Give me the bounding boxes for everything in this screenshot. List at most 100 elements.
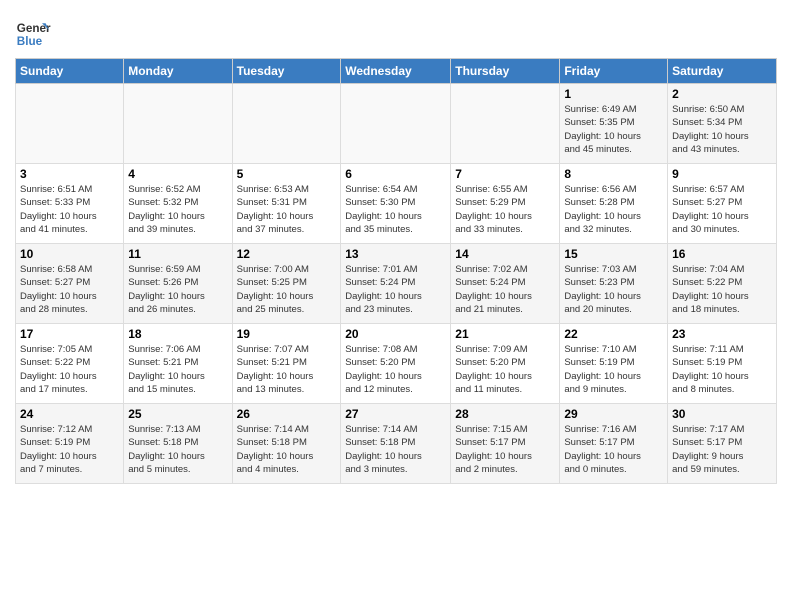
day-number: 9 bbox=[672, 167, 772, 181]
day-info: Sunrise: 6:53 AM Sunset: 5:31 PM Dayligh… bbox=[237, 183, 337, 236]
day-number: 2 bbox=[672, 87, 772, 101]
calendar-cell: 4 Sunrise: 6:52 AM Sunset: 5:32 PM Daylig… bbox=[124, 164, 232, 244]
day-info: Sunrise: 6:50 AM Sunset: 5:34 PM Dayligh… bbox=[672, 103, 772, 156]
calendar-cell: 10 Sunrise: 6:58 AM Sunset: 5:27 PM Dayli… bbox=[16, 244, 124, 324]
day-number: 14 bbox=[455, 247, 555, 261]
day-info: Sunrise: 6:51 AM Sunset: 5:33 PM Dayligh… bbox=[20, 183, 119, 236]
day-info: Sunrise: 7:13 AM Sunset: 5:18 PM Dayligh… bbox=[128, 423, 227, 476]
calendar-cell: 24 Sunrise: 7:12 AM Sunset: 5:19 PM Dayli… bbox=[16, 404, 124, 484]
calendar-cell: 1Sunrise: 6:49 AM Sunset: 5:35 PM Daylig… bbox=[560, 84, 668, 164]
day-info: Sunrise: 7:14 AM Sunset: 5:18 PM Dayligh… bbox=[237, 423, 337, 476]
day-number: 4 bbox=[128, 167, 227, 181]
calendar-cell bbox=[232, 84, 341, 164]
calendar-cell: 14Sunrise: 7:02 AM Sunset: 5:24 PM Dayli… bbox=[451, 244, 560, 324]
day-info: Sunrise: 7:10 AM Sunset: 5:19 PM Dayligh… bbox=[564, 343, 663, 396]
day-info: Sunrise: 7:08 AM Sunset: 5:20 PM Dayligh… bbox=[345, 343, 446, 396]
calendar-cell: 8 Sunrise: 6:56 AM Sunset: 5:28 PM Daylig… bbox=[560, 164, 668, 244]
day-info: Sunrise: 6:52 AM Sunset: 5:32 PM Dayligh… bbox=[128, 183, 227, 236]
day-info: Sunrise: 7:12 AM Sunset: 5:19 PM Dayligh… bbox=[20, 423, 119, 476]
day-info: Sunrise: 7:01 AM Sunset: 5:24 PM Dayligh… bbox=[345, 263, 446, 316]
day-number: 19 bbox=[237, 327, 337, 341]
calendar-cell: 11Sunrise: 6:59 AM Sunset: 5:26 PM Dayli… bbox=[124, 244, 232, 324]
day-number: 25 bbox=[128, 407, 227, 421]
day-number: 12 bbox=[237, 247, 337, 261]
calendar-header-row: SundayMondayTuesdayWednesdayThursdayFrid… bbox=[16, 59, 777, 84]
day-number: 28 bbox=[455, 407, 555, 421]
day-header-sunday: Sunday bbox=[16, 59, 124, 84]
day-number: 18 bbox=[128, 327, 227, 341]
day-info: Sunrise: 7:14 AM Sunset: 5:18 PM Dayligh… bbox=[345, 423, 446, 476]
page-header: General Blue bbox=[15, 10, 777, 52]
day-info: Sunrise: 7:07 AM Sunset: 5:21 PM Dayligh… bbox=[237, 343, 337, 396]
calendar-cell: 15 Sunrise: 7:03 AM Sunset: 5:23 PM Dayli… bbox=[560, 244, 668, 324]
calendar-cell: 23Sunrise: 7:11 AM Sunset: 5:19 PM Dayli… bbox=[668, 324, 777, 404]
calendar-cell: 2 Sunrise: 6:50 AM Sunset: 5:34 PM Daylig… bbox=[668, 84, 777, 164]
day-info: Sunrise: 7:04 AM Sunset: 5:22 PM Dayligh… bbox=[672, 263, 772, 316]
day-info: Sunrise: 7:03 AM Sunset: 5:23 PM Dayligh… bbox=[564, 263, 663, 316]
day-number: 21 bbox=[455, 327, 555, 341]
calendar-cell: 16 Sunrise: 7:04 AM Sunset: 5:22 PM Dayli… bbox=[668, 244, 777, 324]
calendar-cell: 19 Sunrise: 7:07 AM Sunset: 5:21 PM Dayli… bbox=[232, 324, 341, 404]
calendar-cell: 18Sunrise: 7:06 AM Sunset: 5:21 PM Dayli… bbox=[124, 324, 232, 404]
calendar-cell bbox=[451, 84, 560, 164]
calendar-cell: 21 Sunrise: 7:09 AM Sunset: 5:20 PM Dayli… bbox=[451, 324, 560, 404]
day-header-thursday: Thursday bbox=[451, 59, 560, 84]
calendar-cell: 13 Sunrise: 7:01 AM Sunset: 5:24 PM Dayli… bbox=[341, 244, 451, 324]
day-number: 1 bbox=[564, 87, 663, 101]
calendar-cell: 28 Sunrise: 7:15 AM Sunset: 5:17 PM Dayli… bbox=[451, 404, 560, 484]
day-info: Sunrise: 7:05 AM Sunset: 5:22 PM Dayligh… bbox=[20, 343, 119, 396]
calendar-week-2: 3 Sunrise: 6:51 AM Sunset: 5:33 PM Daylig… bbox=[16, 164, 777, 244]
calendar-cell: 6 Sunrise: 6:54 AM Sunset: 5:30 PM Daylig… bbox=[341, 164, 451, 244]
calendar-cell: 12 Sunrise: 7:00 AM Sunset: 5:25 PM Dayli… bbox=[232, 244, 341, 324]
day-info: Sunrise: 6:58 AM Sunset: 5:27 PM Dayligh… bbox=[20, 263, 119, 316]
calendar-cell bbox=[16, 84, 124, 164]
day-number: 6 bbox=[345, 167, 446, 181]
logo: General Blue bbox=[15, 16, 51, 52]
day-header-wednesday: Wednesday bbox=[341, 59, 451, 84]
calendar-week-4: 17 Sunrise: 7:05 AM Sunset: 5:22 PM Dayli… bbox=[16, 324, 777, 404]
day-number: 3 bbox=[20, 167, 119, 181]
day-info: Sunrise: 7:15 AM Sunset: 5:17 PM Dayligh… bbox=[455, 423, 555, 476]
day-number: 23 bbox=[672, 327, 772, 341]
day-number: 30 bbox=[672, 407, 772, 421]
day-info: Sunrise: 7:16 AM Sunset: 5:17 PM Dayligh… bbox=[564, 423, 663, 476]
day-header-friday: Friday bbox=[560, 59, 668, 84]
svg-text:Blue: Blue bbox=[17, 35, 43, 48]
day-info: Sunrise: 7:00 AM Sunset: 5:25 PM Dayligh… bbox=[237, 263, 337, 316]
calendar-cell: 3 Sunrise: 6:51 AM Sunset: 5:33 PM Daylig… bbox=[16, 164, 124, 244]
day-info: Sunrise: 7:17 AM Sunset: 5:17 PM Dayligh… bbox=[672, 423, 772, 476]
calendar-body: 1Sunrise: 6:49 AM Sunset: 5:35 PM Daylig… bbox=[16, 84, 777, 484]
calendar-cell: 17 Sunrise: 7:05 AM Sunset: 5:22 PM Dayli… bbox=[16, 324, 124, 404]
day-info: Sunrise: 6:56 AM Sunset: 5:28 PM Dayligh… bbox=[564, 183, 663, 236]
calendar-cell bbox=[341, 84, 451, 164]
day-number: 10 bbox=[20, 247, 119, 261]
day-number: 7 bbox=[455, 167, 555, 181]
calendar-cell: 29 Sunrise: 7:16 AM Sunset: 5:17 PM Dayli… bbox=[560, 404, 668, 484]
day-number: 29 bbox=[564, 407, 663, 421]
calendar-cell: 27 Sunrise: 7:14 AM Sunset: 5:18 PM Dayli… bbox=[341, 404, 451, 484]
day-info: Sunrise: 7:09 AM Sunset: 5:20 PM Dayligh… bbox=[455, 343, 555, 396]
general-blue-logo-icon: General Blue bbox=[15, 16, 51, 52]
day-header-tuesday: Tuesday bbox=[232, 59, 341, 84]
day-number: 27 bbox=[345, 407, 446, 421]
day-number: 8 bbox=[564, 167, 663, 181]
day-number: 24 bbox=[20, 407, 119, 421]
day-number: 17 bbox=[20, 327, 119, 341]
day-number: 13 bbox=[345, 247, 446, 261]
calendar-cell: 5 Sunrise: 6:53 AM Sunset: 5:31 PM Daylig… bbox=[232, 164, 341, 244]
day-number: 16 bbox=[672, 247, 772, 261]
calendar-cell: 7 Sunrise: 6:55 AM Sunset: 5:29 PM Daylig… bbox=[451, 164, 560, 244]
calendar-cell: 26Sunrise: 7:14 AM Sunset: 5:18 PM Dayli… bbox=[232, 404, 341, 484]
day-info: Sunrise: 6:57 AM Sunset: 5:27 PM Dayligh… bbox=[672, 183, 772, 236]
day-info: Sunrise: 6:55 AM Sunset: 5:29 PM Dayligh… bbox=[455, 183, 555, 236]
calendar-week-1: 1Sunrise: 6:49 AM Sunset: 5:35 PM Daylig… bbox=[16, 84, 777, 164]
day-number: 20 bbox=[345, 327, 446, 341]
calendar-cell bbox=[124, 84, 232, 164]
calendar-table: SundayMondayTuesdayWednesdayThursdayFrid… bbox=[15, 58, 777, 484]
day-number: 15 bbox=[564, 247, 663, 261]
day-number: 5 bbox=[237, 167, 337, 181]
calendar-cell: 20 Sunrise: 7:08 AM Sunset: 5:20 PM Dayli… bbox=[341, 324, 451, 404]
calendar-cell: 9 Sunrise: 6:57 AM Sunset: 5:27 PM Daylig… bbox=[668, 164, 777, 244]
day-info: Sunrise: 6:54 AM Sunset: 5:30 PM Dayligh… bbox=[345, 183, 446, 236]
calendar-week-3: 10 Sunrise: 6:58 AM Sunset: 5:27 PM Dayli… bbox=[16, 244, 777, 324]
